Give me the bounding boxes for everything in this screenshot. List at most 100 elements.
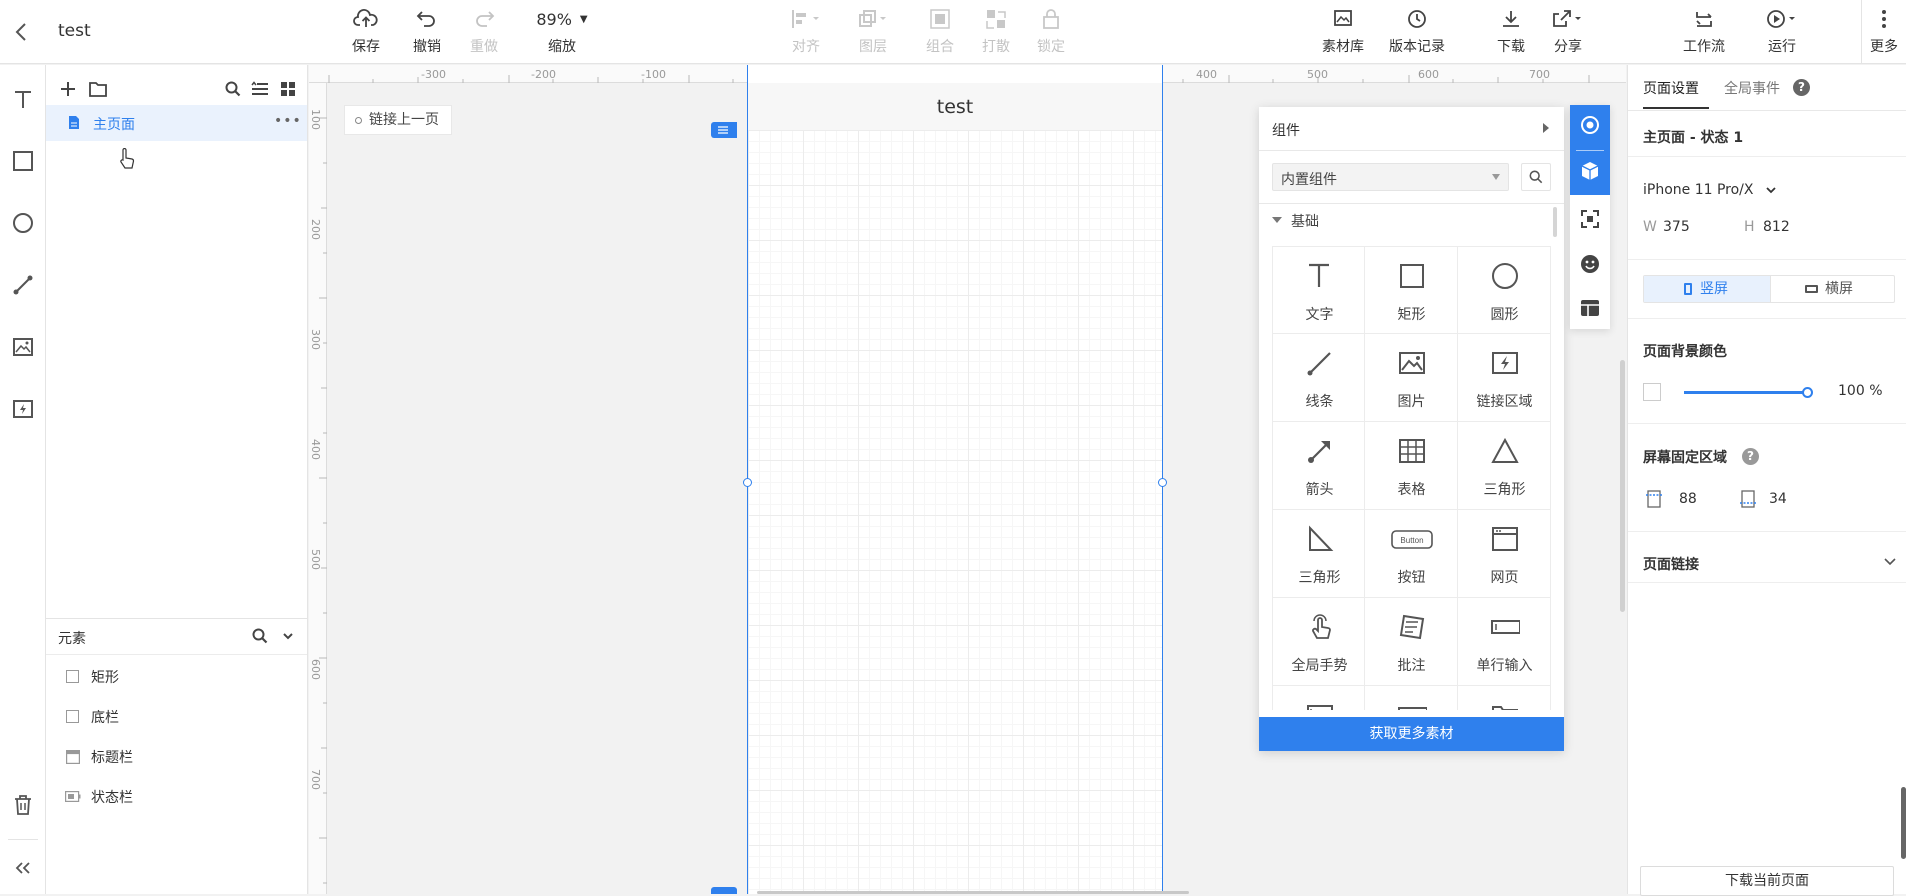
share-button[interactable]: 分享 xyxy=(1538,6,1598,56)
search-icon[interactable] xyxy=(225,81,241,97)
component-item[interactable]: 链接区域 xyxy=(1458,334,1551,422)
sort-list-icon[interactable] xyxy=(251,81,269,97)
landscape-button[interactable]: 横屏 xyxy=(1770,276,1894,302)
link-previous-page-button[interactable]: 链接上一页 xyxy=(344,105,452,135)
component-item[interactable] xyxy=(1365,686,1458,710)
line-tool-icon[interactable] xyxy=(7,269,39,301)
back-icon[interactable] xyxy=(10,18,34,46)
portrait-button[interactable]: 竖屏 xyxy=(1644,276,1770,302)
group-button[interactable]: 组合 xyxy=(910,6,970,56)
align-button[interactable]: 对齐 xyxy=(776,6,836,56)
opacity-slider[interactable] xyxy=(1684,387,1813,398)
collapse-panel-icon[interactable] xyxy=(7,852,39,884)
fixed-top-value[interactable]: 88 xyxy=(1679,491,1697,507)
download-current-page-button[interactable]: 下载当前页面 xyxy=(1640,866,1894,896)
tab-page-settings[interactable]: 页面设置 xyxy=(1643,78,1699,98)
layer-button[interactable]: 图层 xyxy=(843,6,903,56)
vertical-scrollbar[interactable] xyxy=(1620,360,1625,612)
save-button[interactable]: 保存 xyxy=(336,6,396,56)
component-item[interactable]: 箭头 xyxy=(1272,422,1365,510)
help-icon[interactable]: ? xyxy=(1742,448,1759,465)
component-item[interactable]: 三角形 xyxy=(1272,510,1365,598)
redo-button[interactable]: 重做 xyxy=(454,6,514,56)
target-icon[interactable] xyxy=(1580,115,1600,135)
add-folder-icon[interactable] xyxy=(88,80,108,98)
add-page-icon[interactable] xyxy=(59,80,77,98)
component-item[interactable]: 矩形 xyxy=(1365,246,1458,334)
resize-handle[interactable] xyxy=(1158,478,1167,487)
circle-tool-icon[interactable] xyxy=(7,207,39,239)
line-icon xyxy=(1305,348,1335,378)
opacity-value[interactable]: 100 % xyxy=(1838,383,1883,399)
component-item[interactable]: 圆形 xyxy=(1458,246,1551,334)
library-button[interactable]: 素材库 xyxy=(1313,6,1373,56)
caret-down-icon[interactable] xyxy=(1272,215,1282,225)
popup-scrollbar[interactable] xyxy=(1553,207,1557,237)
element-item[interactable]: 状态栏 xyxy=(46,781,307,811)
artboard[interactable]: test xyxy=(743,65,1167,894)
element-item[interactable]: 标题栏 xyxy=(46,741,307,771)
page-marker-icon[interactable] xyxy=(711,122,737,138)
emoji-icon[interactable] xyxy=(1580,254,1600,274)
component-item[interactable]: 三角形 xyxy=(1458,422,1551,510)
image-icon xyxy=(1397,348,1427,378)
chevron-down-icon[interactable] xyxy=(282,630,294,642)
help-icon[interactable]: ? xyxy=(1793,79,1810,96)
canvas-area[interactable]: -300 -200 -100 0 100 200 300 400 500 600… xyxy=(309,65,1626,894)
component-item[interactable]: 批注 xyxy=(1365,598,1458,686)
page-link-section[interactable]: 页面链接 xyxy=(1628,542,1906,582)
component-item[interactable]: 线条 xyxy=(1272,334,1365,422)
scan-icon[interactable] xyxy=(1580,209,1600,229)
zoom-control[interactable]: 89% ▼ 缩放 xyxy=(527,6,597,56)
component-item[interactable] xyxy=(1272,686,1365,710)
trash-icon[interactable] xyxy=(7,789,39,821)
properties-panel: 页面设置 全局事件 ? 主页面 - 状态 1 iPhone 11 Pro/X W… xyxy=(1627,65,1906,896)
run-button[interactable]: 运行 xyxy=(1752,6,1812,56)
workflow-button[interactable]: 工作流 xyxy=(1674,6,1734,56)
component-source-select[interactable]: 内置组件 xyxy=(1272,163,1509,191)
height-value[interactable]: 812 xyxy=(1763,219,1790,235)
title-bar[interactable]: test xyxy=(748,83,1162,130)
text-tool-icon[interactable] xyxy=(7,83,39,115)
color-swatch[interactable] xyxy=(1643,383,1661,401)
page-marker-bottom-icon[interactable] xyxy=(711,887,737,894)
fixed-bottom-value[interactable]: 34 xyxy=(1769,491,1787,507)
element-item[interactable]: 矩形 xyxy=(46,661,307,691)
component-item[interactable]: 网页 xyxy=(1458,510,1551,598)
component-item[interactable]: 图片 xyxy=(1365,334,1458,422)
tab-global-events[interactable]: 全局事件 xyxy=(1724,78,1780,98)
element-item[interactable]: 底栏 xyxy=(46,701,307,731)
more-button[interactable]: 更多 xyxy=(1862,6,1906,56)
document-title[interactable]: test xyxy=(58,21,91,41)
template-icon[interactable] xyxy=(1580,299,1600,317)
image-tool-icon[interactable] xyxy=(7,331,39,363)
ruler-tick-label: 100 xyxy=(309,109,322,130)
width-value[interactable]: 375 xyxy=(1663,219,1690,235)
rectangle-tool-icon[interactable] xyxy=(7,145,39,177)
component-box-icon[interactable] xyxy=(1580,161,1600,181)
version-history-button[interactable]: 版本记录 xyxy=(1381,6,1453,56)
download-button[interactable]: 下载 xyxy=(1481,6,1541,56)
link-area-tool-icon[interactable] xyxy=(7,393,39,425)
device-select[interactable]: iPhone 11 Pro/X xyxy=(1643,182,1776,198)
grid-view-icon[interactable] xyxy=(280,81,296,97)
page-item-main[interactable]: 主页面 ••• xyxy=(46,105,307,141)
panel-scrollbar[interactable] xyxy=(1901,787,1906,859)
component-search-button[interactable] xyxy=(1521,163,1551,191)
get-more-materials-button[interactable]: 获取更多素材 xyxy=(1259,717,1564,751)
component-item[interactable]: 文字 xyxy=(1272,246,1365,334)
component-item[interactable]: 单行输入 xyxy=(1458,598,1551,686)
ungroup-button[interactable]: 打散 xyxy=(966,6,1026,56)
caret-right-icon[interactable] xyxy=(1542,123,1550,133)
opacity-slider-thumb[interactable] xyxy=(1802,387,1813,398)
more-horizontal-icon[interactable]: ••• xyxy=(274,113,302,129)
resize-handle[interactable] xyxy=(743,478,752,487)
component-item[interactable]: Button 按钮 xyxy=(1365,510,1458,598)
undo-button[interactable]: 撤销 xyxy=(397,6,457,56)
component-item[interactable]: 表格 xyxy=(1365,422,1458,510)
component-item[interactable] xyxy=(1458,686,1551,710)
workflow-icon xyxy=(1674,6,1734,32)
elements-search-icon[interactable] xyxy=(252,628,268,644)
lock-button[interactable]: 锁定 xyxy=(1021,6,1081,56)
component-item[interactable]: 全局手势 xyxy=(1272,598,1365,686)
